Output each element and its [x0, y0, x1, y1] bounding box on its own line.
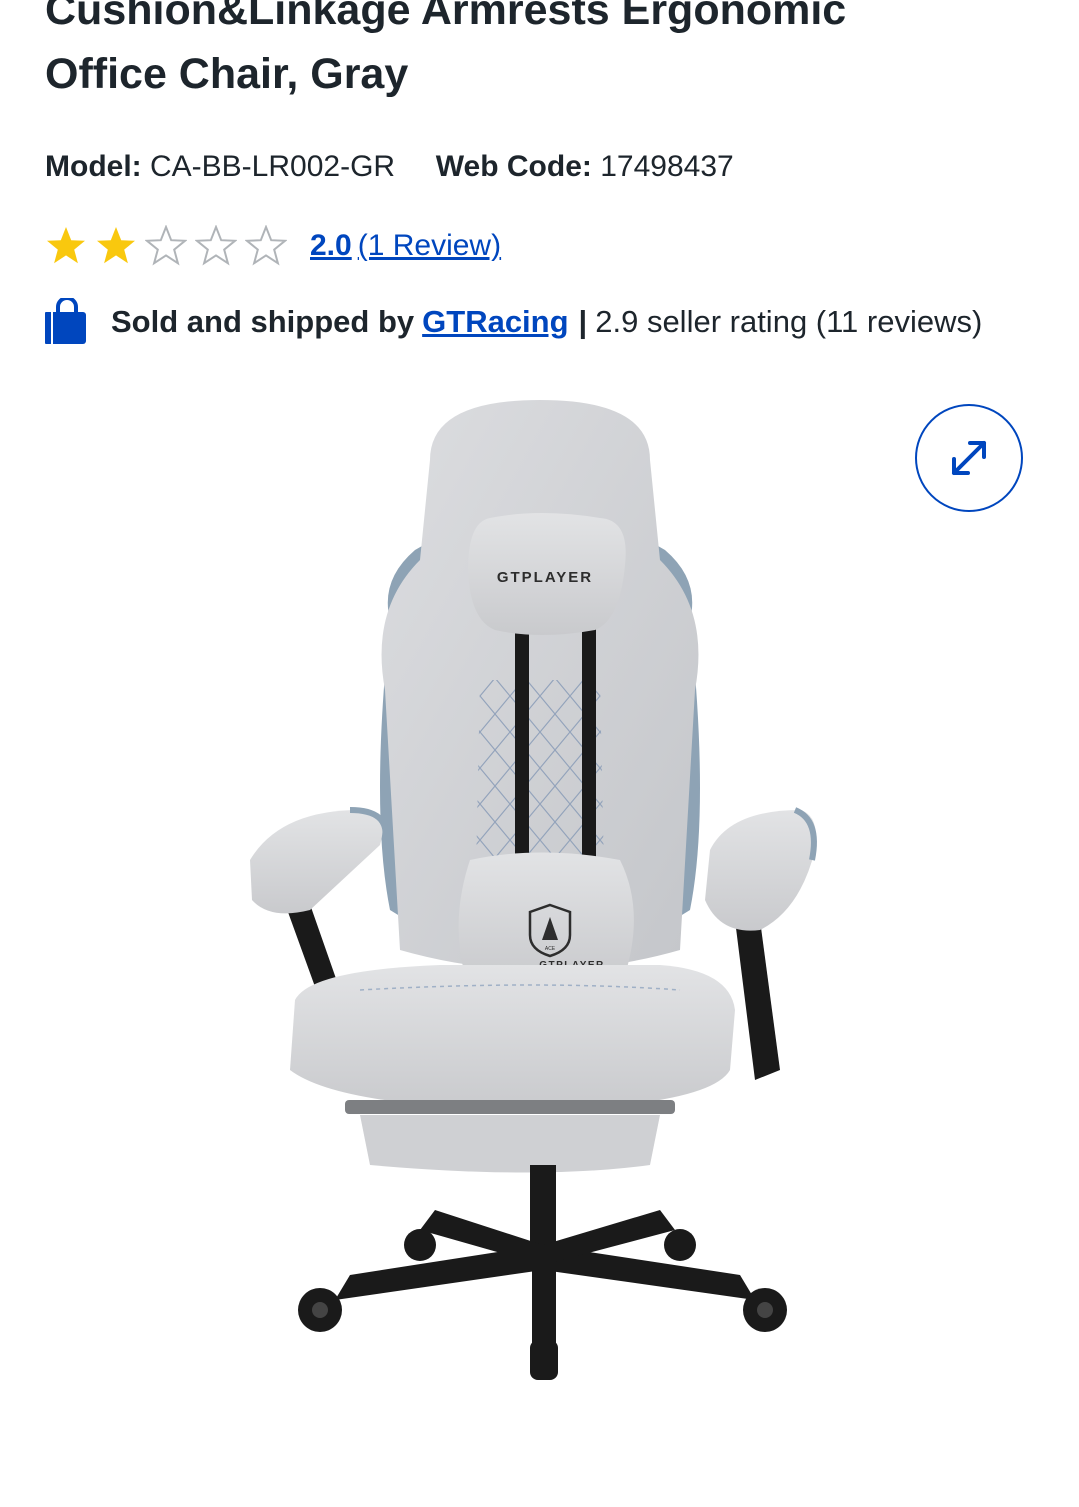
star-empty-icon: [245, 225, 287, 266]
star-empty-icon: [195, 225, 237, 266]
seller-separator: |: [578, 304, 588, 339]
rating-row[interactable]: 2.0 (1 Review): [45, 222, 501, 270]
headrest-logo-text: GTPLAYER: [497, 569, 593, 586]
star-empty-icon: [145, 225, 187, 266]
star-rating: [45, 225, 295, 267]
webcode-value: 17498437: [600, 150, 734, 183]
lumbar-badge-text: ACE: [545, 946, 556, 952]
product-page: Cushion&Linkage Armrests Ergonomic Offic…: [0, 0, 1079, 1507]
seller-rating-text: 2.9 seller rating (11 reviews): [595, 304, 983, 339]
expand-image-button[interactable]: [915, 404, 1023, 512]
office-chair-image[interactable]: GTPLAYER ACE GTPLAYER: [240, 390, 840, 1390]
model-value: CA-BB-LR002-GR: [150, 150, 396, 183]
product-codes: Model: CA-BB-LR002-GR Web Code: 17498437: [45, 148, 734, 186]
expand-arrows-icon: [952, 441, 986, 475]
review-count-link[interactable]: (1 Review): [358, 229, 501, 263]
rating-score-link[interactable]: 2.0: [310, 229, 352, 263]
product-title-line-1: Cushion&Linkage Armrests Ergonomic: [45, 0, 847, 34]
seller-name-link[interactable]: GTRacing: [422, 304, 568, 340]
model-label: Model:: [45, 150, 142, 183]
product-title-line-2: Office Chair, Gray: [45, 50, 409, 98]
star-filled-icon: [47, 227, 85, 264]
sold-by-label: Sold and shipped by: [111, 304, 415, 339]
webcode-label: Web Code:: [435, 150, 592, 183]
seller-info: Sold and shipped by GTRacing | 2.9 selle…: [45, 294, 982, 350]
star-filled-icon: [97, 227, 135, 264]
shopping-bag-icon: [45, 298, 86, 344]
product-title: Cushion&Linkage Armrests Ergonomic Offic…: [45, 0, 1045, 106]
